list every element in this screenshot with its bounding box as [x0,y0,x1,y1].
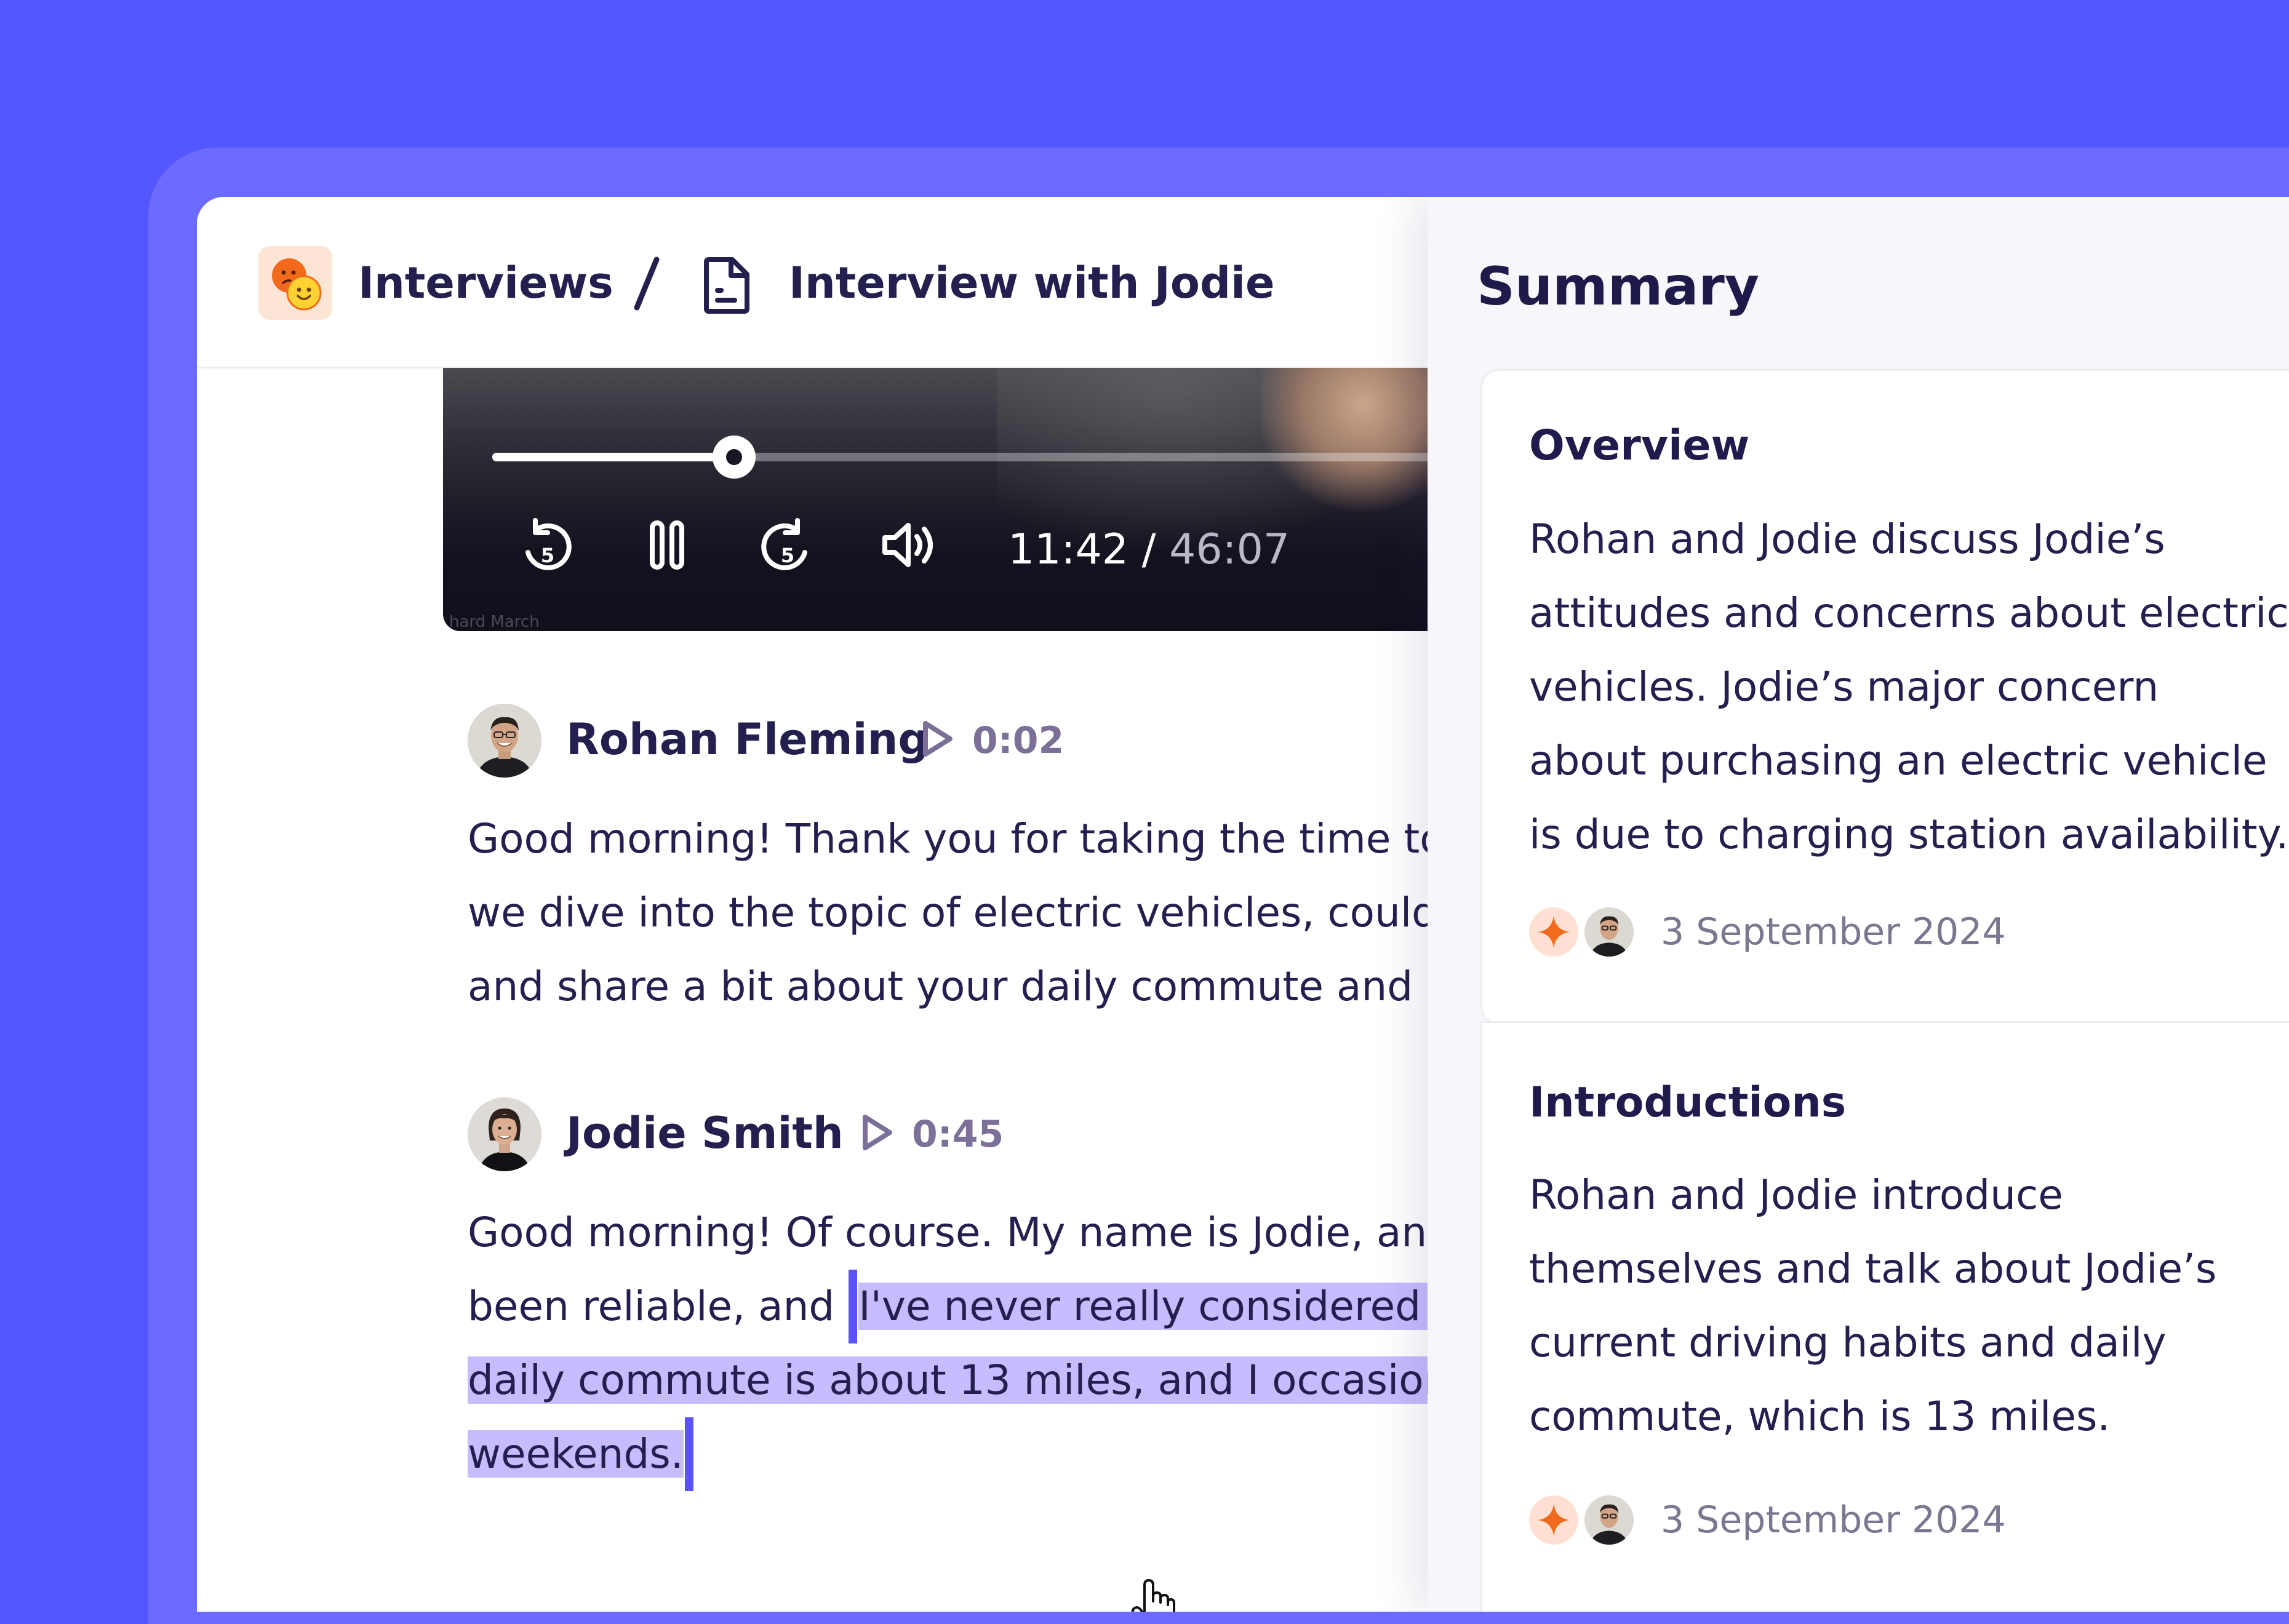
card-text-line: commute, which is 13 miles. [1529,1393,2111,1440]
selection-start-caret[interactable] [849,1270,858,1343]
breadcrumb-interviews-link[interactable]: Interviews [358,258,613,308]
play-icon[interactable] [917,717,956,760]
rewind-5-icon[interactable]: 5 [517,515,576,575]
ai-sparkle-icon [1529,907,1578,957]
speaker-name: Jodie Smith [566,1108,844,1158]
summary-card-introductions[interactable]: Introductions Rohan and Jodie introduce … [1480,1021,2289,1612]
video-frame-subject [1261,368,1446,515]
app-window: Interviews Interview with Jodie 5 5 11:4… [197,197,2289,1612]
forward-5-icon[interactable]: 5 [757,515,816,575]
summary-date: 3 September 2024 [1661,1499,2006,1542]
transcript-plain-text: been reliable, and [468,1283,848,1330]
svg-text:5: 5 [781,544,794,567]
breadcrumb-current-page: Interview with Jodie [789,258,1275,308]
highlighted-text[interactable]: weekends. [468,1430,684,1478]
transcript-text: Good morning! Of course. My name is Jodi… [468,1196,1459,1491]
card-text-line: is due to charging station availability. [1529,811,2289,858]
highlighted-text[interactable]: daily commute is about 13 miles, and I o… [468,1356,1450,1404]
card-title: Overview [1529,421,1750,470]
pause-icon[interactable] [637,515,697,575]
breadcrumb: Interviews Interview with Jodie [197,197,1428,368]
timestamp-link[interactable]: 0:45 [912,1110,1004,1159]
document-icon [704,257,749,314]
breadcrumb-separator-icon [634,257,660,311]
card-text-line: vehicles. Jodie’s major concern [1529,663,2159,710]
playback-time: 11:42 / 46:07 [1008,525,1290,575]
progress-bar[interactable] [492,436,1458,479]
avatar [1584,907,1634,957]
volume-icon[interactable] [880,515,939,575]
transcript-line: weekends. [468,1417,1459,1491]
avatar [468,704,541,778]
video-player[interactable]: 5 5 11:42 / 46:07 hard March [443,368,1458,631]
total-time: 46:07 [1169,525,1290,574]
card-title: Introductions [1529,1078,1847,1127]
summary-date: 3 September 2024 [1661,910,2006,953]
hand-cursor-icon [1131,1579,1175,1612]
card-text-line: about purchasing an electric vehicle [1529,737,2267,784]
svg-text:5: 5 [541,544,554,567]
card-text-line: themselves and talk about Jodie’s [1529,1245,2217,1292]
progress-bar-fill [492,453,734,461]
card-text-line: attitudes and concerns about electric [1529,589,2289,637]
time-separator: / [1141,525,1156,574]
progress-bar-handle[interactable] [712,436,756,479]
card-text-line: Rohan and Jodie discuss Jodie’s [1529,515,2165,563]
transcript-line: been reliable, and I've never really con… [468,1270,1459,1343]
speaker-name: Rohan Fleming [566,714,929,765]
summary-title: Summary [1477,256,1759,317]
selection-end-caret[interactable] [684,1417,693,1491]
avatar [468,1097,541,1171]
transcript-text: Good morning! Thank you for taking the t… [468,802,1452,1024]
transcript-line: we dive into the topic of electric vehic… [468,889,1438,936]
avatar [1584,1495,1634,1545]
transcript-line: daily commute is about 13 miles, and I o… [468,1343,1459,1417]
transcript-line: and share a bit about your daily commute… [468,963,1452,1010]
interviews-app-icon[interactable] [258,246,332,320]
ai-sparkle-icon [1529,1495,1578,1545]
video-credit: hard March [449,613,540,631]
current-time: 11:42 [1008,525,1129,574]
highlighted-text[interactable]: I've never really considered a [858,1283,1459,1330]
summary-panel: Summary Overview Rohan and Jodie discuss… [1428,197,2289,1612]
timestamp-link[interactable]: 0:02 [972,716,1064,765]
card-text-line: current driving habits and daily [1529,1319,2167,1366]
card-text-line: Rohan and Jodie introduce [1529,1171,2063,1219]
summary-card-overview[interactable]: Overview Rohan and Jodie discuss Jodie’s… [1480,369,2289,1025]
transcript-line: Good morning! Of course. My name is Jodi… [468,1209,1428,1256]
transcript-line: Good morning! Thank you for taking the t… [468,815,1445,862]
play-icon[interactable] [857,1111,896,1154]
